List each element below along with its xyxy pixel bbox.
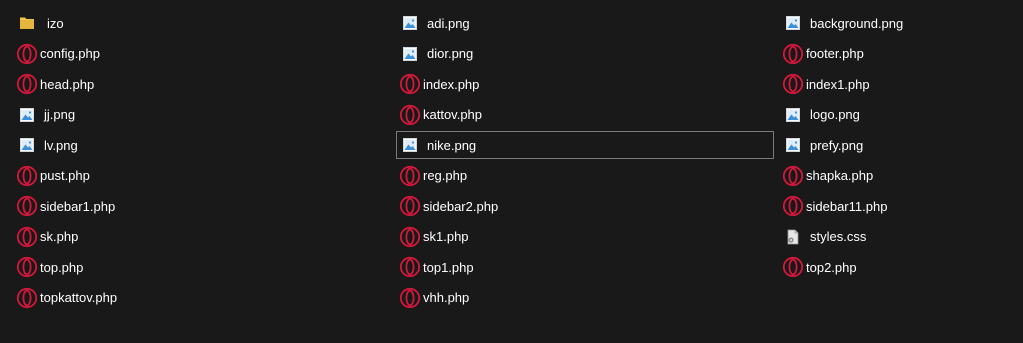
file-name-label: shapka.php xyxy=(806,168,874,183)
file-item[interactable]: top1.php xyxy=(396,253,776,281)
image-file-icon xyxy=(782,12,804,34)
file-item[interactable]: shapka.php xyxy=(779,162,1023,190)
file-item[interactable]: adi.png xyxy=(396,9,776,37)
file-item[interactable]: sidebar2.php xyxy=(396,192,776,220)
file-item[interactable]: pust.php xyxy=(13,162,393,190)
opera-file-icon xyxy=(399,256,421,278)
image-file-icon xyxy=(16,134,38,156)
file-column-3: background.png footer.php index1.php logo.p… xyxy=(779,9,1023,284)
file-name-label: sidebar11.php xyxy=(806,198,888,214)
file-item[interactable]: reg.php xyxy=(396,162,776,190)
file-name-label: dior.png xyxy=(427,46,474,61)
file-name-label: top.php xyxy=(40,259,84,275)
opera-file-icon xyxy=(782,195,804,217)
file-item[interactable]: logo.png xyxy=(779,101,1023,129)
file-name-label: sidebar2.php xyxy=(423,198,499,214)
opera-file-icon xyxy=(16,73,38,95)
file-name-label: sk1.php xyxy=(423,229,469,244)
file-name-label: kattov.php xyxy=(423,107,483,122)
file-name-label: head.php xyxy=(40,76,95,92)
file-column-1: izo config.php head.php jj.png lv.png pust.ph… xyxy=(13,9,393,314)
file-name-label: index.php xyxy=(423,76,480,92)
opera-file-icon xyxy=(399,195,421,217)
file-item[interactable]: dior.png xyxy=(396,40,776,68)
file-item[interactable]: izo xyxy=(13,9,393,37)
file-name-label: background.png xyxy=(810,15,904,31)
file-item[interactable]: prefy.png xyxy=(779,131,1023,159)
file-name-label: nike.png xyxy=(427,137,477,153)
file-item[interactable]: lv.png xyxy=(13,131,393,159)
file-name-label: adi.png xyxy=(427,15,470,31)
file-name-label: index1.php xyxy=(806,76,870,92)
file-item[interactable]: background.png xyxy=(779,9,1023,37)
file-name-label: config.php xyxy=(40,46,100,61)
file-item[interactable]: topkattov.php xyxy=(13,284,393,312)
file-item[interactable]: kattov.php xyxy=(396,101,776,129)
folder-icon xyxy=(16,12,38,34)
opera-file-icon xyxy=(399,287,421,309)
file-name-label: reg.php xyxy=(423,168,468,183)
file-name-label: prefy.png xyxy=(810,137,864,153)
file-explorer-view: izo config.php head.php jj.png lv.png pust.ph… xyxy=(0,0,1023,343)
file-item[interactable]: nike.png xyxy=(396,131,774,159)
file-name-label: logo.png xyxy=(810,107,860,122)
opera-file-icon xyxy=(782,73,804,95)
file-name-label: footer.php xyxy=(806,46,864,61)
file-item[interactable]: sidebar11.php xyxy=(779,192,1023,220)
opera-file-icon xyxy=(16,165,38,187)
opera-file-icon xyxy=(399,226,421,248)
file-name-label: vhh.php xyxy=(423,290,470,305)
file-item[interactable]: vhh.php xyxy=(396,284,776,312)
file-name-label: sk.php xyxy=(40,229,79,244)
css-file-icon xyxy=(782,226,804,248)
file-item[interactable]: top2.php xyxy=(779,253,1023,281)
file-item[interactable]: config.php xyxy=(13,40,393,68)
file-item[interactable]: index1.php xyxy=(779,70,1023,98)
file-name-label: topkattov.php xyxy=(40,290,118,305)
opera-file-icon xyxy=(16,287,38,309)
file-item[interactable]: sidebar1.php xyxy=(13,192,393,220)
opera-file-icon xyxy=(399,73,421,95)
file-name-label: styles.css xyxy=(810,229,867,244)
opera-file-icon xyxy=(16,256,38,278)
opera-file-icon xyxy=(16,43,38,65)
file-item[interactable]: head.php xyxy=(13,70,393,98)
opera-file-icon xyxy=(782,165,804,187)
file-name-label: pust.php xyxy=(40,168,90,183)
opera-file-icon xyxy=(782,43,804,65)
image-file-icon xyxy=(782,104,804,126)
file-name-label: top1.php xyxy=(423,259,474,275)
file-name-label: sidebar1.php xyxy=(40,198,116,214)
file-name-label: lv.png xyxy=(44,137,78,153)
opera-file-icon xyxy=(399,165,421,187)
file-name-label: izo xyxy=(47,15,64,31)
image-file-icon xyxy=(399,134,421,156)
opera-file-icon xyxy=(16,226,38,248)
image-file-icon xyxy=(399,12,421,34)
opera-file-icon xyxy=(16,195,38,217)
image-file-icon xyxy=(399,43,421,65)
file-column-2: adi.png dior.png index.php kattov.php nike.p… xyxy=(396,9,776,314)
image-file-icon xyxy=(782,134,804,156)
file-item[interactable]: jj.png xyxy=(13,101,393,129)
opera-file-icon xyxy=(399,104,421,126)
file-item[interactable]: top.php xyxy=(13,253,393,281)
file-item[interactable]: sk1.php xyxy=(396,223,776,251)
file-item[interactable]: styles.css xyxy=(779,223,1023,251)
file-name-label: jj.png xyxy=(44,107,76,122)
image-file-icon xyxy=(16,104,38,126)
file-item[interactable]: index.php xyxy=(396,70,776,98)
opera-file-icon xyxy=(782,256,804,278)
file-name-label: top2.php xyxy=(806,259,857,275)
file-item[interactable]: sk.php xyxy=(13,223,393,251)
file-item[interactable]: footer.php xyxy=(779,40,1023,68)
